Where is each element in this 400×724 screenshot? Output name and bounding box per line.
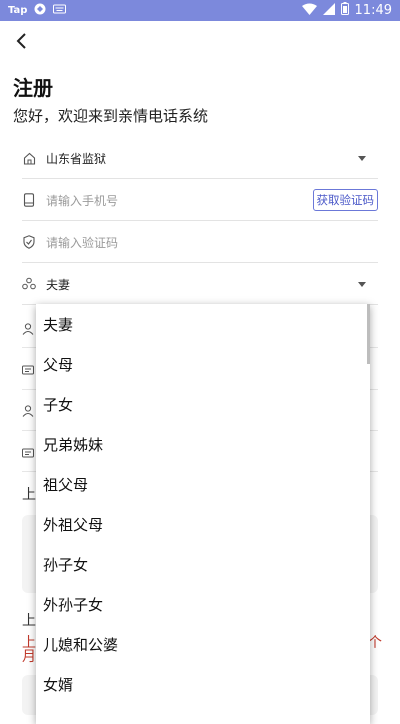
user-icon (22, 402, 34, 417)
app-icon (34, 3, 46, 18)
upload-label-2: 上 (22, 613, 36, 629)
id-card-icon (22, 444, 34, 458)
family-icon (22, 277, 36, 291)
id-card-icon (22, 361, 34, 375)
phone-icon (22, 193, 36, 207)
relation-select[interactable]: 夫妻 (22, 264, 378, 305)
page-title: 注册 (13, 76, 53, 100)
carrier-label: Tap (8, 5, 28, 16)
upload-label: 上 (22, 487, 36, 503)
battery-icon (340, 2, 349, 19)
clock: 11:49 (354, 3, 392, 18)
phone-input[interactable]: 请输入手机号 (46, 192, 118, 209)
dropdown-option[interactable]: 外孙子女 (36, 584, 370, 624)
relation-value: 夫妻 (46, 277, 71, 292)
dropdown-caret-icon (358, 155, 366, 161)
signal-icon (322, 2, 335, 19)
scrollbar[interactable] (367, 304, 370, 364)
get-code-button[interactable]: 获取验证码 (312, 189, 378, 211)
page-subtitle: 您好，欢迎来到亲情电话系统 (13, 107, 209, 125)
code-field[interactable]: 请输入验证码 (22, 222, 378, 263)
dropdown-option[interactable]: 父母 (36, 344, 370, 384)
wifi-icon (301, 3, 317, 19)
dropdown-option[interactable]: 孙子女 (36, 544, 370, 584)
dropdown-option[interactable]: 外祖父母 (36, 504, 370, 544)
user-icon (22, 320, 34, 335)
dropdown-option[interactable]: 祖父母 (36, 464, 370, 504)
shield-icon (22, 235, 36, 249)
dropdown-option[interactable]: 儿媳和公婆 (36, 624, 370, 664)
dropdown-option[interactable]: 兄弟姊妹 (36, 424, 370, 464)
code-input[interactable]: 请输入验证码 (46, 234, 118, 251)
chevron-left-icon (16, 33, 26, 49)
relation-dropdown-menu: 夫妻 父母 子女 兄弟姊妹 祖父母 外祖父母 孙子女 外孙子女 儿媳和公婆 女婿 (36, 304, 370, 724)
prison-value: 山东省监狱 (46, 151, 107, 166)
keyboard-icon (53, 4, 67, 17)
dropdown-option[interactable]: 女婿 (36, 664, 370, 704)
dropdown-option[interactable]: 子女 (36, 384, 370, 424)
notice-text: 个 (368, 635, 382, 651)
back-button[interactable] (10, 28, 36, 54)
prison-select[interactable]: 山东省监狱 (22, 138, 378, 179)
dropdown-option[interactable]: 夫妻 (36, 304, 370, 344)
phone-field[interactable]: 请输入手机号 获取验证码 (22, 180, 378, 221)
dropdown-caret-icon (358, 281, 366, 287)
notice-text: 月 (22, 649, 36, 665)
home-icon (22, 151, 36, 165)
status-bar: Tap 11:49 (0, 0, 400, 21)
